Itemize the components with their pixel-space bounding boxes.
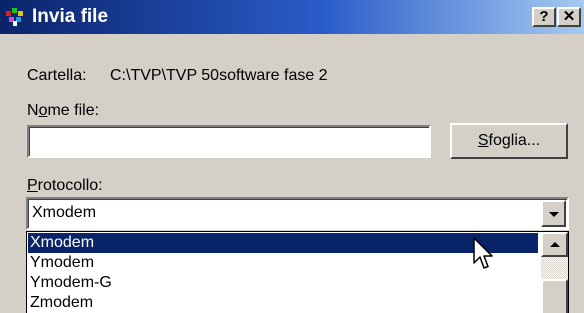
title-bar[interactable]: Invia file ? ✕ (0, 0, 584, 34)
help-button[interactable]: ? (532, 7, 556, 27)
protocol-combobox[interactable]: Xmodem (26, 197, 569, 230)
protocol-label: Protocollo: (27, 176, 103, 196)
protocol-option[interactable]: Ymodem (28, 253, 538, 273)
app-icon (6, 8, 23, 26)
protocol-option[interactable]: Zmodem (28, 293, 538, 313)
scroll-up-button[interactable] (541, 232, 568, 257)
protocol-option[interactable]: Xmodem (28, 233, 538, 253)
folder-path: C:\TVP\TVP 50software fase 2 (110, 67, 328, 84)
filename-label-post: me file: (47, 102, 100, 119)
window-title: Invia file (32, 6, 109, 27)
filename-input-inner (29, 127, 429, 156)
browse-button[interactable]: Sfoglia... (450, 123, 568, 159)
scroll-up-icon (549, 241, 560, 247)
filename-label: Nome file: (27, 101, 99, 121)
mouse-pointer-icon (473, 237, 493, 269)
protocol-label-rest: rotocollo: (37, 177, 103, 194)
browse-accel: S (477, 132, 489, 149)
scrollbar-thumb[interactable] (541, 279, 568, 313)
protocol-combobox-inner (28, 199, 567, 228)
close-icon: ✕ (562, 8, 576, 25)
filename-label-pre: N (27, 102, 39, 119)
filename-input[interactable] (27, 125, 431, 158)
folder-label: Cartella: (27, 67, 87, 84)
protocol-selected: Xmodem (32, 204, 97, 221)
browse-rest: foglia... (488, 132, 541, 149)
close-button[interactable]: ✕ (557, 7, 581, 27)
protocol-dropdown-button[interactable] (541, 200, 566, 227)
protocol-option[interactable]: Ymodem-G (28, 273, 538, 293)
protocol-label-accel: P (27, 177, 38, 194)
chevron-down-icon (548, 211, 559, 217)
